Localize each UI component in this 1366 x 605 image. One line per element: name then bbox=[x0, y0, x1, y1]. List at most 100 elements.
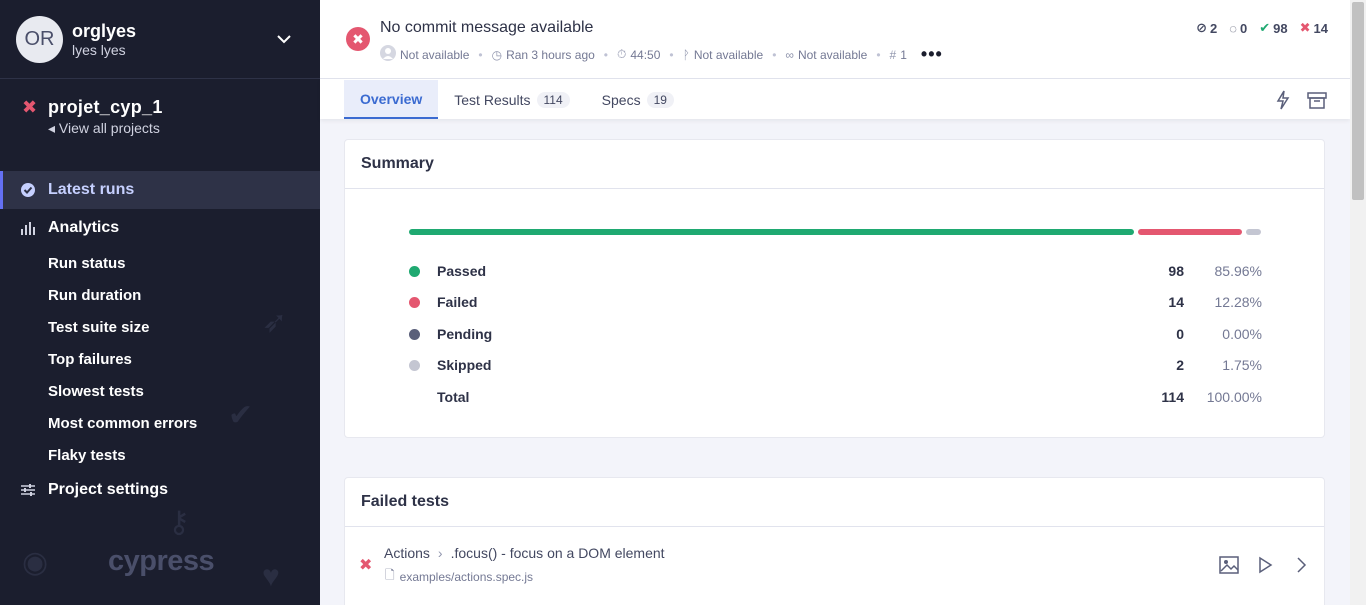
bar-failed-segment bbox=[1138, 229, 1243, 235]
nav-project-settings-label: Project settings bbox=[48, 481, 169, 498]
archive-icon[interactable] bbox=[1306, 89, 1328, 111]
ran-time: Ran 3 hours ago bbox=[506, 47, 595, 62]
key-icon: ⚷ bbox=[168, 506, 190, 539]
skipped-count: ⊘ 2 bbox=[1196, 20, 1217, 36]
project-header: ✖ projet_cyp_1 ◂ View all projects bbox=[0, 79, 320, 137]
chevron-right-icon[interactable] bbox=[1290, 554, 1312, 576]
view-all-projects-link[interactable]: ◂ View all projects bbox=[48, 120, 163, 137]
failed-test-file-path: examples/actions.spec.js bbox=[399, 569, 534, 584]
org-user: lyes lyes bbox=[72, 42, 126, 58]
x-icon: ✖ bbox=[1299, 20, 1311, 35]
summary-progress-bar bbox=[409, 229, 1261, 235]
sidebar-nav: Latest runs Analytics Run status Run dur… bbox=[0, 171, 320, 509]
nav-flaky-tests[interactable]: Flaky tests bbox=[0, 439, 320, 471]
failed-test-row[interactable]: ✖ Actions › .focus() - focus on a DOM el… bbox=[345, 528, 1326, 600]
tab-specs-label: Specs bbox=[601, 91, 641, 108]
hash-icon: # bbox=[889, 47, 897, 62]
rocket-icon: ➶ bbox=[262, 306, 288, 339]
run-counts: ⊘ 2 ◌ 0 ✔ 98 ✖ 14 bbox=[1184, 20, 1328, 36]
pending-value: 0 bbox=[1176, 326, 1184, 342]
bar-skipped-segment bbox=[1246, 229, 1261, 235]
pending-count: ◌ 0 bbox=[1229, 21, 1247, 36]
run-tabs: Overview Test Results 114 Specs 19 bbox=[320, 79, 1350, 119]
scrollbar[interactable] bbox=[1350, 0, 1366, 605]
nav-analytics[interactable]: Analytics bbox=[0, 209, 320, 247]
skipped-dot bbox=[409, 359, 420, 371]
pending-percent: 0.00% bbox=[1222, 326, 1262, 342]
pending-dot bbox=[409, 328, 420, 340]
pending-count-value: 0 bbox=[1240, 20, 1248, 36]
tab-test-results[interactable]: Test Results 114 bbox=[438, 80, 585, 119]
failed-count: ✖ 14 bbox=[1300, 20, 1328, 36]
link-icon: ∞ bbox=[785, 47, 794, 62]
chevron-down-icon[interactable] bbox=[274, 29, 294, 49]
failed-dot bbox=[409, 296, 420, 308]
failed-test-title: Actions › .focus() - focus on a DOM elem… bbox=[384, 545, 665, 561]
total-label: Total bbox=[437, 389, 470, 405]
bar-chart-icon bbox=[21, 222, 35, 235]
total-percent: 100.00% bbox=[1206, 389, 1262, 405]
passed-value: 98 bbox=[1168, 263, 1184, 279]
nav-most-common-errors[interactable]: Most common errors bbox=[0, 407, 320, 439]
avatar: OR bbox=[16, 15, 63, 63]
failed-test-icon: ✖ bbox=[359, 557, 373, 574]
nav-run-status[interactable]: Run status bbox=[0, 247, 320, 279]
file-icon: 🗋 bbox=[385, 568, 395, 582]
summary-row-pending: Pending 0 0.00% bbox=[409, 324, 1262, 344]
sidebar: OR orglyes lyes lyes ✖ projet_cyp_1 ◂ Vi… bbox=[0, 0, 320, 605]
passed-count-value: 98 bbox=[1273, 20, 1288, 36]
failed-test-suite: Actions bbox=[384, 545, 430, 561]
user-icon bbox=[380, 45, 396, 64]
author: Not available bbox=[400, 47, 470, 62]
view-all-projects-label: View all projects bbox=[58, 120, 160, 136]
pending-label: Pending bbox=[437, 326, 493, 342]
failed-label: Failed bbox=[437, 294, 478, 310]
flaky-lightning-icon[interactable] bbox=[1272, 89, 1294, 111]
summary-card: Summary Passed 98 85.96% Failed 14 12.28… bbox=[344, 139, 1325, 438]
run-meta: Not available • ◷ Ran 3 hours ago • ⏱ 44… bbox=[380, 44, 943, 65]
run-header: ✖ No commit message available Not availa… bbox=[320, 0, 1350, 79]
bar-passed-segment bbox=[409, 229, 1135, 235]
tab-specs-count: 19 bbox=[646, 91, 674, 108]
nav-top-failures[interactable]: Top failures bbox=[0, 343, 320, 375]
failed-count-value: 14 bbox=[1313, 20, 1328, 36]
total-value: 114 bbox=[1161, 389, 1184, 405]
chevron-right-icon: › bbox=[437, 545, 443, 561]
run-number: 1 bbox=[900, 47, 907, 62]
stopwatch-icon: ⏱ bbox=[617, 47, 627, 61]
failed-tests-title: Failed tests bbox=[345, 478, 1324, 527]
nav-latest-runs[interactable]: Latest runs bbox=[0, 171, 320, 209]
commit-message: No commit message available bbox=[380, 19, 594, 36]
nav-latest-runs-label: Latest runs bbox=[48, 181, 135, 198]
skipped-icon: ⊘ bbox=[1196, 20, 1208, 35]
pending-icon: ◌ bbox=[1229, 20, 1238, 36]
summary-row-skipped: Skipped 2 1.75% bbox=[409, 355, 1262, 375]
failed-value: 14 bbox=[1168, 294, 1184, 310]
branch: Not available bbox=[693, 47, 764, 62]
passed-count: ✔ 98 bbox=[1259, 20, 1287, 36]
check-circle-icon bbox=[21, 183, 35, 197]
failed-status-icon: ✖ bbox=[22, 97, 38, 117]
failed-test-file: 🗋 examples/actions.spec.js bbox=[385, 566, 533, 587]
tab-overview[interactable]: Overview bbox=[344, 80, 439, 119]
main-content: ✖ No commit message available Not availa… bbox=[320, 0, 1350, 605]
github-icon: ◉ bbox=[22, 546, 49, 579]
summary-row-passed: Passed 98 85.96% bbox=[409, 261, 1262, 281]
nav-slowest-tests[interactable]: Slowest tests bbox=[0, 375, 320, 407]
branch-icon: ᚹ bbox=[682, 47, 690, 62]
summary-row-total: Total 114 100.00% bbox=[409, 387, 1262, 407]
summary-title: Summary bbox=[345, 140, 1324, 189]
play-icon[interactable] bbox=[1254, 554, 1276, 576]
scrollbar-thumb[interactable] bbox=[1352, 2, 1364, 200]
tab-test-results-label: Test Results bbox=[454, 91, 531, 108]
check-icon: ✔ bbox=[1259, 20, 1271, 35]
tab-specs[interactable]: Specs 19 bbox=[586, 80, 690, 119]
summary-row-failed: Failed 14 12.28% bbox=[409, 292, 1262, 312]
org-switcher[interactable]: OR orglyes lyes lyes bbox=[0, 0, 320, 79]
failed-test-name: .focus() - focus on a DOM element bbox=[450, 545, 665, 561]
cypress-logo: cypress bbox=[108, 545, 215, 577]
more-options-icon[interactable]: ••• bbox=[921, 44, 943, 65]
nav-project-settings[interactable]: Project settings bbox=[0, 471, 320, 509]
tab-test-results-count: 114 bbox=[536, 91, 570, 108]
screenshot-icon[interactable] bbox=[1218, 554, 1240, 576]
